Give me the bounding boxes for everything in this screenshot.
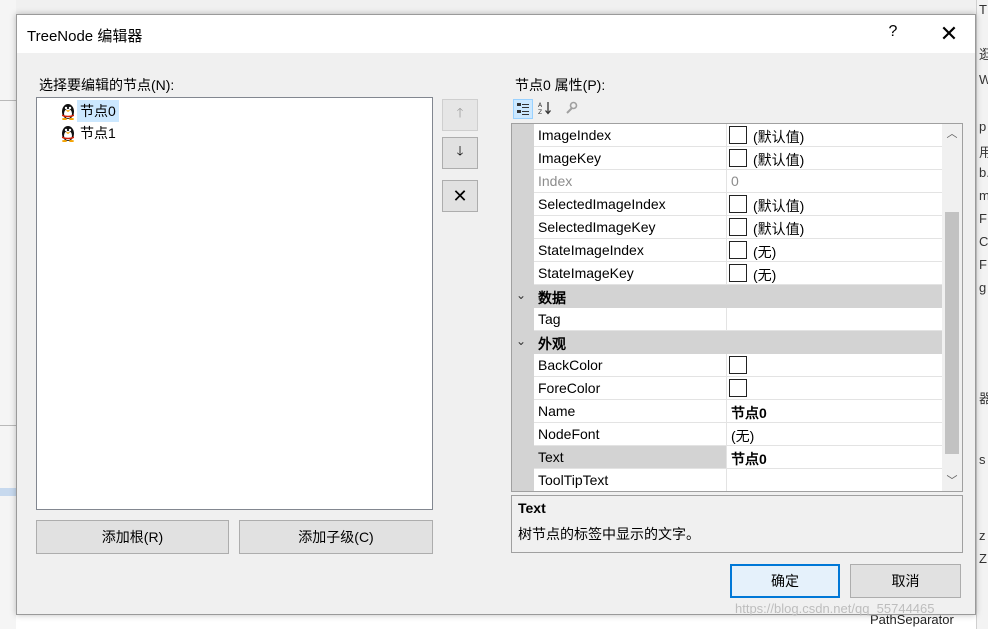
close-button[interactable]: ✕ (929, 20, 969, 48)
tree-node-label: 节点0 (77, 100, 119, 122)
property-grid: ImageIndex (默认值) ImageKey (默认值) Index 0 Sel… (511, 123, 963, 492)
chevron-down-icon[interactable]: ⌄ (516, 334, 526, 348)
property-row[interactable]: SelectedImageKey (默认值) (534, 216, 942, 239)
color-swatch (729, 195, 747, 213)
tree-node-label: 节点1 (80, 125, 116, 141)
move-up-button[interactable]: 🡑 (442, 99, 478, 131)
arrow-up-icon: 🡑 (456, 105, 464, 120)
tree-node-0[interactable]: 节点0 (59, 100, 119, 122)
watermark: https://blog.csdn.net/qq_55744465 (735, 601, 935, 616)
treenode-editor-dialog: TreeNode 编辑器 ? ✕ 选择要编辑的节点(N): 节点0 节点1 🡑 … (16, 14, 976, 615)
property-row[interactable]: StateImageKey (无) (534, 262, 942, 285)
color-swatch (729, 241, 747, 259)
description-text: 树节点的标签中显示的文字。 (518, 526, 700, 542)
color-swatch (729, 126, 747, 144)
description-title: Text (518, 500, 546, 516)
property-grid-toolbar: A Z (511, 97, 591, 121)
node-tree[interactable]: 节点0 节点1 (36, 97, 433, 510)
tree-node-1[interactable]: 节点1 (59, 123, 119, 143)
property-description: Text 树节点的标签中显示的文字。 (511, 495, 963, 553)
color-swatch (729, 264, 747, 282)
arrow-down-icon: 🡓 (456, 143, 464, 158)
property-row[interactable]: Tag (534, 308, 942, 331)
cancel-button[interactable]: 取消 (850, 564, 961, 598)
scroll-down-icon[interactable]: ﹀ (942, 471, 962, 491)
categorized-view-button[interactable] (513, 99, 533, 119)
property-pages-button[interactable] (561, 99, 581, 119)
color-swatch (729, 356, 747, 374)
property-row[interactable]: StateImageIndex (无) (534, 239, 942, 262)
help-button[interactable]: ? (877, 23, 909, 45)
penguin-icon (62, 126, 74, 142)
dialog-titlebar: TreeNode 编辑器 ? ✕ (17, 15, 975, 53)
property-row[interactable]: ForeColor (534, 377, 942, 400)
properties-label: 节点0 属性(P): (515, 77, 606, 93)
ok-button[interactable]: 确定 (730, 564, 840, 598)
category-appearance[interactable]: ⌄ 外观 (512, 331, 942, 354)
property-row[interactable]: BackColor (534, 354, 942, 377)
sort-az-icon: A Z (538, 102, 551, 116)
background-left-strip (0, 0, 16, 629)
category-data[interactable]: ⌄ 数据 (512, 285, 942, 308)
property-row[interactable]: ImageKey (默认值) (534, 147, 942, 170)
penguin-icon (62, 104, 74, 120)
property-row[interactable]: NodeFont (无) (534, 423, 942, 446)
svg-text:Z: Z (538, 109, 542, 115)
property-row[interactable]: ToolTipText (534, 469, 942, 491)
svg-text:A: A (538, 102, 543, 109)
wrench-icon (566, 101, 578, 114)
delete-node-button[interactable]: ✕ (442, 180, 478, 212)
categorized-icon (517, 103, 529, 115)
tree-label: 选择要编辑的节点(N): (39, 77, 175, 93)
scrollbar-thumb[interactable] (945, 212, 959, 454)
dialog-title: TreeNode 编辑器 (27, 28, 143, 45)
property-row[interactable]: SelectedImageIndex (默认值) (534, 193, 942, 216)
add-root-button[interactable]: 添加根(R) (36, 520, 229, 554)
property-row[interactable]: Name 节点0 (534, 400, 942, 423)
background-window-titlebar (0, 0, 976, 14)
alphabetical-view-button[interactable]: A Z (535, 99, 555, 119)
background-right-panel: T 逛 W p 用 b. m F C F g 器 s z Z (976, 0, 988, 629)
add-child-button[interactable]: 添加子级(C) (239, 520, 433, 554)
color-swatch (729, 218, 747, 236)
delete-icon: ✕ (452, 185, 468, 206)
property-row-selected[interactable]: Text 节点0 (534, 446, 942, 469)
property-grid-scrollbar[interactable]: ︿ ﹀ (942, 124, 962, 491)
scroll-up-icon[interactable]: ︿ (942, 124, 962, 144)
property-row[interactable]: ImageIndex (默认值) (534, 124, 942, 147)
chevron-down-icon[interactable]: ⌄ (516, 288, 526, 302)
color-swatch (729, 149, 747, 167)
property-row[interactable]: Index 0 (534, 170, 942, 193)
move-down-button[interactable]: 🡓 (442, 137, 478, 169)
color-swatch (729, 379, 747, 397)
